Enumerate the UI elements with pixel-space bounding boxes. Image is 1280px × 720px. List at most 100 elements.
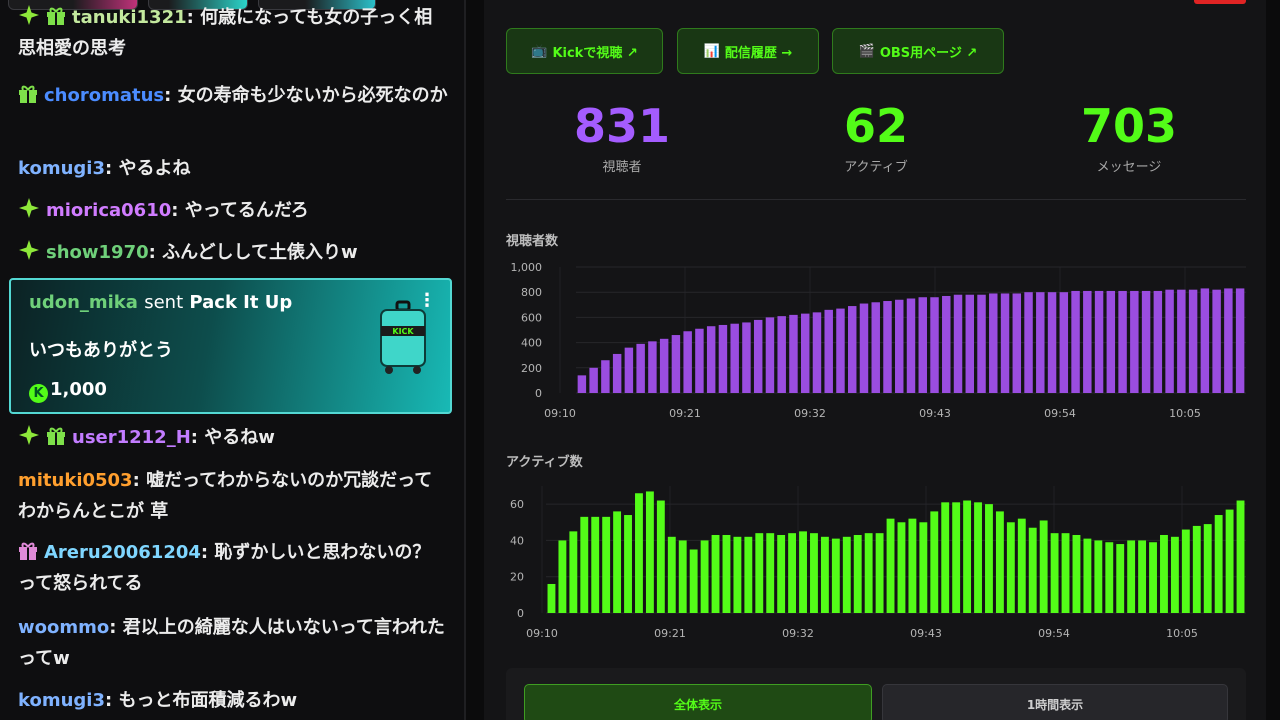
chart-bar[interactable] bbox=[788, 533, 797, 613]
chat-username[interactable]: komugi3 bbox=[18, 690, 105, 711]
gift-user[interactable]: udon_mika bbox=[29, 292, 138, 313]
chart-bar[interactable] bbox=[897, 522, 906, 613]
chart-bar[interactable] bbox=[1072, 534, 1081, 613]
chart-bar[interactable] bbox=[1130, 290, 1139, 393]
chart-bar[interactable] bbox=[1118, 290, 1127, 393]
chart-bar[interactable] bbox=[706, 326, 716, 393]
chart-bar[interactable] bbox=[883, 301, 892, 393]
chart-bar[interactable] bbox=[824, 309, 833, 393]
chart-bar[interactable] bbox=[871, 302, 880, 393]
chart-bar[interactable] bbox=[985, 504, 993, 613]
chart-bar[interactable] bbox=[667, 536, 676, 613]
chart-bar[interactable] bbox=[1138, 540, 1147, 613]
chart-bar[interactable] bbox=[995, 511, 1004, 613]
chart-bar[interactable] bbox=[601, 360, 610, 393]
chart-bar[interactable] bbox=[895, 299, 904, 393]
chart-bar[interactable] bbox=[678, 540, 687, 613]
chart-bar[interactable] bbox=[1094, 290, 1104, 393]
chart-bar[interactable] bbox=[789, 314, 798, 393]
chart-bar[interactable] bbox=[974, 502, 982, 613]
chart-bar[interactable] bbox=[930, 511, 939, 613]
chat-username[interactable]: miorica0610 bbox=[46, 200, 171, 221]
chart-bar[interactable] bbox=[800, 313, 810, 393]
chart-bar[interactable] bbox=[700, 540, 709, 613]
chart-bar[interactable] bbox=[612, 353, 622, 393]
show-all-button[interactable]: 全体表示 bbox=[524, 684, 872, 720]
chart-bar[interactable] bbox=[1127, 540, 1136, 613]
chart-bar[interactable] bbox=[777, 316, 786, 393]
chart-bar[interactable] bbox=[1061, 533, 1070, 613]
chart-bar[interactable] bbox=[1188, 289, 1198, 393]
chat-username[interactable]: show1970 bbox=[46, 242, 149, 263]
chart-bar[interactable] bbox=[744, 536, 753, 613]
chart-bar[interactable] bbox=[636, 343, 645, 393]
chat-username[interactable]: choromatus bbox=[44, 85, 164, 106]
chart-bar[interactable] bbox=[842, 536, 851, 613]
chart-bar[interactable] bbox=[965, 294, 975, 393]
chart-bar[interactable] bbox=[1047, 292, 1057, 393]
chart-bar[interactable] bbox=[589, 367, 598, 393]
chart-bar[interactable] bbox=[1105, 542, 1114, 613]
chart-bar[interactable] bbox=[558, 540, 567, 613]
chart-bar[interactable] bbox=[1012, 293, 1022, 393]
chart-bar[interactable] bbox=[753, 319, 763, 393]
chart-bar[interactable] bbox=[577, 375, 587, 393]
obs-page-button[interactable]: 🎬 OBS用ページ ↗ bbox=[832, 28, 1004, 74]
chart-bar[interactable] bbox=[742, 322, 751, 393]
chart-bar[interactable] bbox=[942, 295, 951, 393]
chart-bar[interactable] bbox=[941, 502, 950, 613]
chart-bar[interactable] bbox=[1106, 290, 1116, 393]
chart-bar[interactable] bbox=[659, 338, 669, 393]
chart-bar[interactable] bbox=[656, 500, 665, 613]
chart-bar[interactable] bbox=[711, 534, 720, 613]
chart-bar[interactable] bbox=[1039, 520, 1048, 613]
chart-bar[interactable] bbox=[1160, 534, 1168, 613]
chart-bar[interactable] bbox=[1000, 293, 1010, 393]
chart-bar[interactable] bbox=[730, 323, 739, 393]
chart-bar[interactable] bbox=[810, 533, 818, 613]
chart-bar[interactable] bbox=[820, 536, 829, 613]
chat-username[interactable]: user1212_H bbox=[72, 427, 191, 448]
chart-bar[interactable] bbox=[1153, 290, 1163, 393]
chart-bar[interactable] bbox=[766, 533, 775, 613]
chart-bar[interactable] bbox=[989, 293, 998, 393]
chart-bar[interactable] bbox=[908, 518, 917, 613]
chart-bar[interactable] bbox=[683, 331, 692, 393]
chart-bar[interactable] bbox=[1036, 292, 1045, 393]
chart-bar[interactable] bbox=[952, 502, 961, 613]
chart-bar[interactable] bbox=[1059, 292, 1069, 393]
chart-bar[interactable] bbox=[755, 533, 764, 613]
chart-bar[interactable] bbox=[1224, 288, 1233, 393]
chart-bar[interactable] bbox=[919, 522, 928, 613]
chart-bar[interactable] bbox=[1071, 290, 1080, 393]
show-1hour-button[interactable]: 1時間表示 bbox=[882, 684, 1228, 720]
chart-bar[interactable] bbox=[1212, 289, 1221, 393]
close-button[interactable] bbox=[1194, 0, 1246, 4]
chart-bar[interactable] bbox=[1225, 509, 1234, 613]
chart-bar[interactable] bbox=[718, 324, 728, 393]
chart-bar[interactable] bbox=[977, 294, 986, 393]
chart-bar[interactable] bbox=[1028, 527, 1037, 613]
chart-bar[interactable] bbox=[1170, 536, 1179, 613]
chart-bar[interactable] bbox=[1141, 290, 1151, 393]
chart-bar[interactable] bbox=[1094, 540, 1103, 613]
chart-bar[interactable] bbox=[953, 294, 963, 393]
chart-bar[interactable] bbox=[1149, 542, 1157, 613]
gift-card[interactable]: udon_mika sent Pack It Up ⋮ いつもありがとう K 1,… bbox=[9, 278, 452, 414]
chart-bar[interactable] bbox=[1177, 289, 1186, 393]
chat-username[interactable]: Areru20061204 bbox=[44, 542, 201, 563]
chart-bar[interactable] bbox=[918, 297, 927, 393]
chart-bar[interactable] bbox=[1192, 525, 1201, 613]
chart-bar[interactable] bbox=[859, 303, 869, 393]
chart-bar[interactable] bbox=[648, 341, 657, 393]
chart-bar[interactable] bbox=[1017, 518, 1026, 613]
chart-bar[interactable] bbox=[580, 516, 589, 613]
chat-username[interactable]: woommo bbox=[18, 617, 109, 638]
chat-username[interactable]: tanuki1321 bbox=[72, 7, 187, 28]
chart-bar[interactable] bbox=[1116, 544, 1125, 613]
chart-bar[interactable] bbox=[930, 297, 939, 393]
chart-bar[interactable] bbox=[1181, 529, 1190, 613]
chart-bar[interactable] bbox=[812, 312, 822, 393]
chart-bar[interactable] bbox=[1214, 515, 1223, 613]
chart-bar[interactable] bbox=[624, 347, 634, 393]
